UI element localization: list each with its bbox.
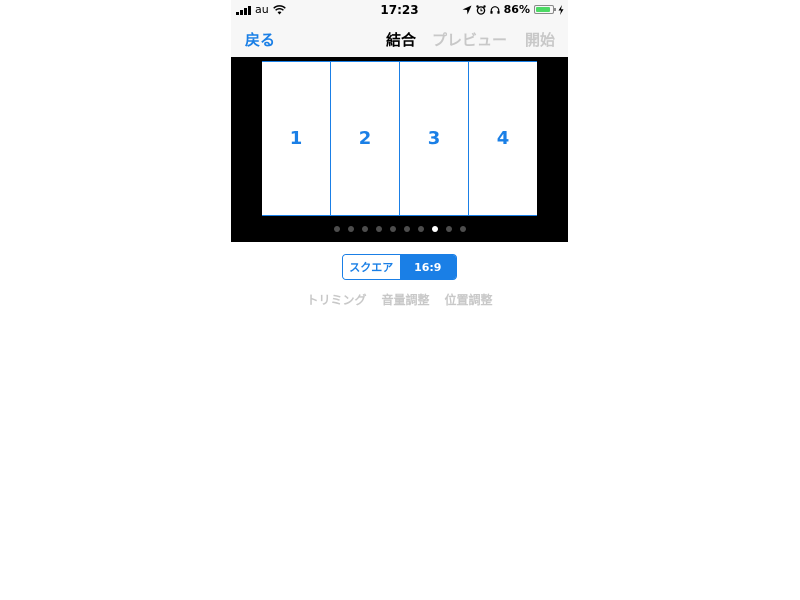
page-indicator[interactable] bbox=[231, 226, 568, 232]
battery-icon bbox=[534, 5, 556, 14]
aspect-ratio-selector[interactable]: スクエア 16:9 bbox=[342, 254, 457, 280]
collage-panel[interactable]: 4 bbox=[469, 62, 537, 215]
trim-button[interactable]: トリミング bbox=[306, 291, 366, 308]
volume-adjust-button[interactable]: 音量調整 bbox=[381, 291, 429, 308]
location-icon bbox=[462, 5, 472, 14]
page-dot[interactable] bbox=[445, 226, 452, 232]
app-screen: au 17:23 86% 戻る 結合 プレビュー 開始 1 2 3 4 スクエア… bbox=[231, 0, 568, 600]
back-button[interactable]: 戻る bbox=[245, 29, 275, 50]
status-right: 86% bbox=[462, 3, 564, 16]
page-dot[interactable] bbox=[375, 226, 382, 232]
page-dot[interactable] bbox=[361, 226, 368, 232]
page-dot[interactable] bbox=[389, 226, 396, 232]
battery-percent: 86% bbox=[503, 3, 530, 16]
page-dot[interactable] bbox=[417, 226, 424, 232]
aspect-square-option[interactable]: スクエア bbox=[343, 255, 400, 279]
position-adjust-button[interactable]: 位置調整 bbox=[445, 291, 493, 308]
battery-fill bbox=[536, 7, 550, 12]
collage-panel[interactable]: 1 bbox=[262, 62, 331, 215]
collage-frame: 1234 bbox=[262, 61, 537, 216]
start-button[interactable]: 開始 bbox=[525, 29, 555, 50]
charging-icon bbox=[558, 4, 564, 15]
collage-panel[interactable]: 3 bbox=[400, 62, 469, 215]
status-bar: au 17:23 86% bbox=[231, 0, 568, 20]
tab-combine[interactable]: 結合 bbox=[386, 29, 416, 50]
tab-preview[interactable]: プレビュー bbox=[432, 29, 507, 50]
alarm-icon bbox=[475, 4, 486, 15]
page-dot[interactable] bbox=[403, 226, 410, 232]
page-dot-active[interactable] bbox=[431, 226, 438, 232]
headphones-icon bbox=[490, 5, 500, 14]
page-dot[interactable] bbox=[459, 226, 466, 232]
page-dot[interactable] bbox=[347, 226, 354, 232]
layout-preview: 1234 bbox=[231, 57, 568, 242]
aspect-16-9-option[interactable]: 16:9 bbox=[399, 255, 456, 279]
collage-panel[interactable]: 2 bbox=[331, 62, 400, 215]
edit-tools: トリミング 音量調整 位置調整 bbox=[231, 291, 568, 308]
page-dot[interactable] bbox=[333, 226, 340, 232]
navigation-bar: 戻る 結合 プレビュー 開始 bbox=[231, 20, 568, 57]
